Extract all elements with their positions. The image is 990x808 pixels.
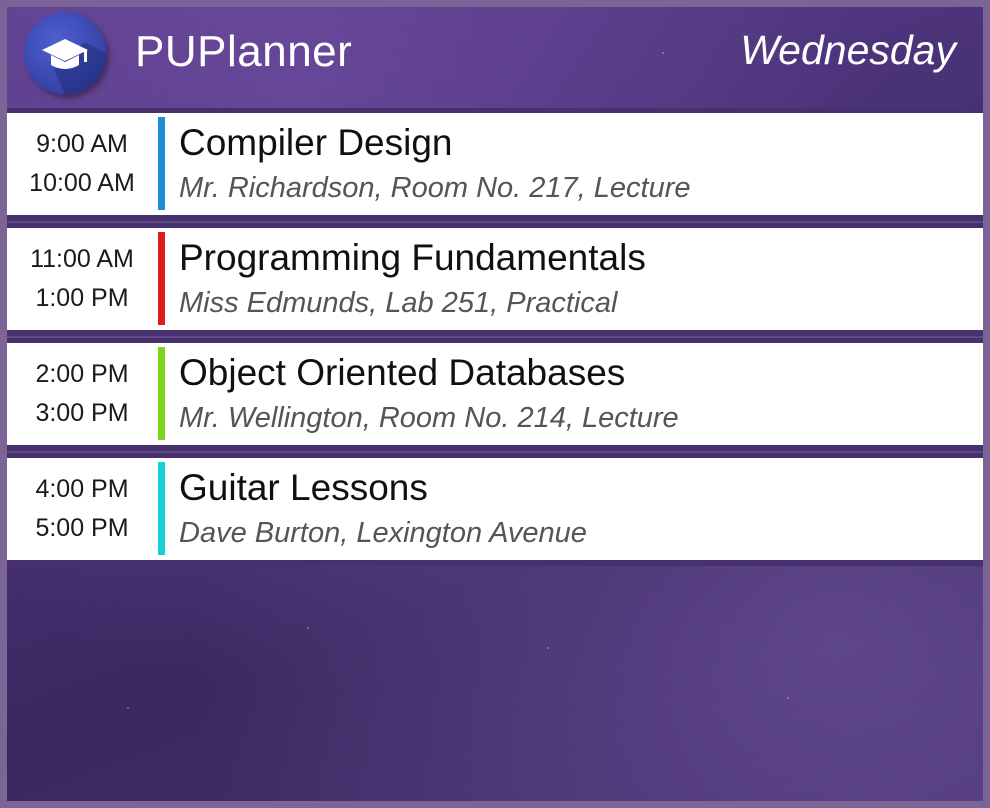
end-time: 5:00 PM	[35, 514, 129, 542]
event-times: 9:00 AM 10:00 AM	[7, 113, 157, 215]
end-time: 10:00 AM	[29, 169, 135, 197]
current-day[interactable]: Wednesday	[740, 27, 956, 74]
background-star	[307, 627, 309, 629]
event-times: 4:00 PM 5:00 PM	[7, 458, 157, 560]
start-time: 9:00 AM	[36, 130, 128, 158]
background-star	[127, 707, 129, 709]
widget-header: PUPlanner Wednesday	[7, 7, 983, 103]
end-time: 1:00 PM	[35, 284, 129, 312]
event-times: 2:00 PM 3:00 PM	[7, 343, 157, 445]
event-item[interactable]: 2:00 PM 3:00 PM Object Oriented Database…	[7, 336, 983, 451]
event-subject: Guitar Lessons	[179, 467, 428, 508]
start-time: 2:00 PM	[35, 360, 129, 388]
event-item[interactable]: 4:00 PM 5:00 PM Guitar Lessons Dave Burt…	[7, 451, 983, 566]
app-title: PUPlanner	[135, 27, 353, 76]
planner-widget: PUPlanner Wednesday 9:00 AM 10:00 AM Com…	[0, 0, 990, 808]
event-item[interactable]: 11:00 AM 1:00 PM Programming Fundamental…	[7, 221, 983, 336]
background-star	[547, 647, 549, 649]
event-item[interactable]: 9:00 AM 10:00 AM Compiler Design Mr. Ric…	[7, 108, 983, 221]
event-color-bar	[158, 347, 165, 440]
start-time: 4:00 PM	[35, 475, 129, 503]
event-detail: Mr. Wellington, Room No. 214, Lecture	[179, 402, 679, 434]
event-list: 9:00 AM 10:00 AM Compiler Design Mr. Ric…	[7, 108, 983, 566]
event-color-bar	[158, 462, 165, 555]
event-color-bar	[158, 232, 165, 325]
event-detail: Dave Burton, Lexington Avenue	[179, 517, 587, 549]
event-subject: Object Oriented Databases	[179, 352, 626, 393]
event-times: 11:00 AM 1:00 PM	[7, 228, 157, 330]
background-star	[787, 697, 789, 699]
event-color-bar	[158, 117, 165, 210]
event-detail: Mr. Richardson, Room No. 217, Lecture	[179, 172, 691, 204]
event-detail: Miss Edmunds, Lab 251, Practical	[179, 287, 618, 319]
graduation-cap-icon[interactable]	[24, 12, 106, 94]
event-subject: Programming Fundamentals	[179, 237, 646, 278]
start-time: 11:00 AM	[30, 245, 134, 273]
end-time: 3:00 PM	[35, 399, 129, 427]
event-subject: Compiler Design	[179, 122, 453, 163]
